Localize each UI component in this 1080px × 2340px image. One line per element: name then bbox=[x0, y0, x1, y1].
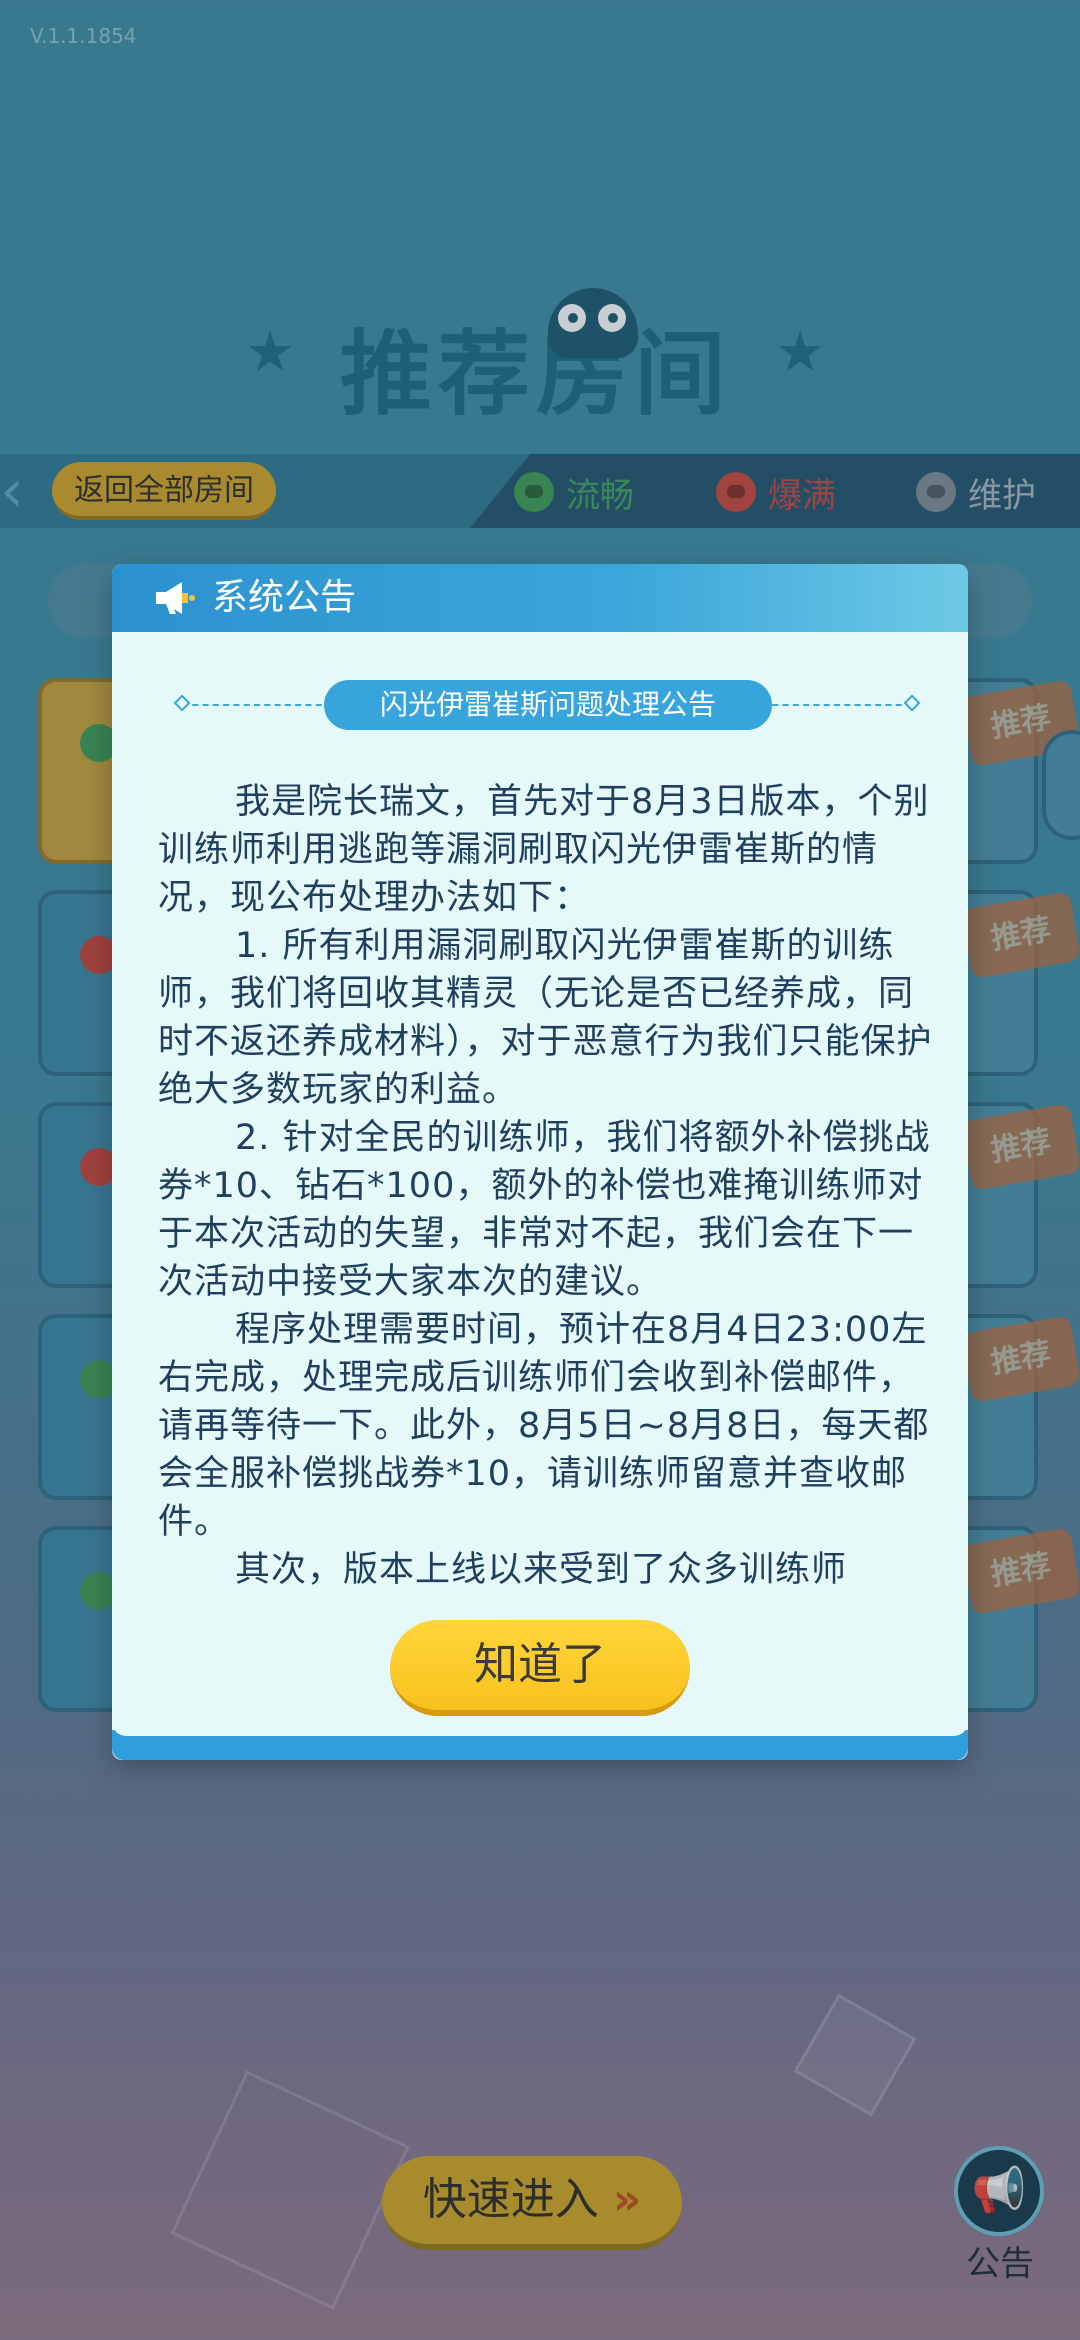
divider-right bbox=[762, 694, 921, 712]
announcement-paragraph: 其次，版本上线以来受到了众多训练师 bbox=[235, 1550, 848, 1590]
dialog-header: 系统公告 bbox=[112, 564, 968, 632]
dialog-title: 系统公告 bbox=[212, 577, 357, 618]
confirm-button[interactable]: 知道了 bbox=[390, 1620, 690, 1716]
announcement-paragraph: 1. 所有利用漏洞刷取闪光伊雷崔斯的训练师，我们将回收其精灵（无论是否已经养成，… bbox=[158, 926, 933, 1110]
announcement-body: 我是院长瑞文，首先对于8月3日版本，个别训练师利用逃跑等漏洞刷取闪光伊雷崔斯的情… bbox=[158, 772, 940, 1594]
announcement-paragraph: 2. 针对全民的训练师，我们将额外补偿挑战券*10、钻石*100，额外的补偿也难… bbox=[158, 1118, 931, 1302]
announcement-paragraph: 程序处理需要时间，预计在8月4日23:00左右完成，处理完成后训练师们会收到补偿… bbox=[158, 1310, 930, 1542]
system-announcement-dialog: 系统公告 闪光伊雷崔斯问题处理公告 我是院长瑞文，首先对于8月3日版本，个别训练… bbox=[112, 564, 968, 1760]
megaphone-icon bbox=[156, 582, 195, 614]
divider-left bbox=[173, 694, 332, 712]
announcement-paragraph: 我是院长瑞文，首先对于8月3日版本，个别训练师利用逃跑等漏洞刷取闪光伊雷崔斯的情… bbox=[158, 782, 930, 918]
announcement-subtitle: 闪光伊雷崔斯问题处理公告 bbox=[324, 680, 772, 730]
announcement-scroll-area[interactable]: 我是院长瑞文，首先对于8月3日版本，个别训练师利用逃跑等漏洞刷取闪光伊雷崔斯的情… bbox=[158, 772, 948, 1594]
